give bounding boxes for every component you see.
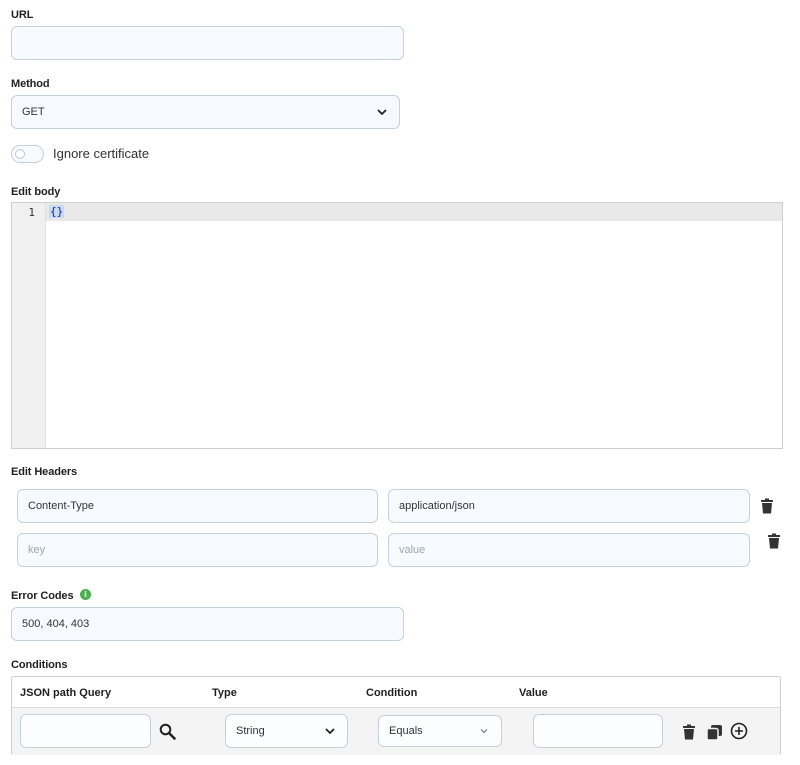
method-select[interactable]: GET (11, 95, 400, 129)
type-select[interactable]: String (225, 714, 348, 748)
trash-icon (683, 724, 695, 740)
header-key-input[interactable] (17, 533, 378, 567)
condition-row: String Equals (12, 708, 780, 755)
header-value-input[interactable] (388, 533, 750, 567)
trash-icon (768, 533, 780, 549)
delete-condition-button[interactable] (679, 722, 699, 742)
method-selected-value: GET (22, 106, 45, 118)
editor-gutter: 1 (12, 203, 46, 448)
column-header-condition: Condition (366, 687, 418, 699)
active-line-highlight (46, 203, 782, 221)
header-value-input[interactable] (388, 489, 750, 523)
condition-select[interactable]: Equals (378, 715, 502, 747)
toggle-knob (15, 149, 25, 159)
duplicate-condition-button[interactable] (704, 722, 724, 742)
column-header-json-path: JSON path Query (20, 687, 112, 699)
code-line[interactable]: {} (49, 205, 65, 218)
body-code-editor[interactable]: 1 {} (11, 202, 783, 449)
column-header-value: Value (519, 687, 548, 699)
column-header-type: Type (212, 687, 237, 699)
add-condition-button[interactable] (729, 721, 749, 741)
plus-circle-icon (730, 722, 748, 740)
url-label: URL (11, 9, 34, 21)
search-icon (159, 723, 176, 740)
delete-header-button[interactable] (764, 531, 784, 551)
ignore-certificate-toggle[interactable] (11, 145, 44, 163)
condition-selected-value: Equals (389, 725, 423, 737)
info-icon[interactable]: i (80, 589, 91, 600)
copy-icon (705, 724, 722, 741)
conditions-label: Conditions (11, 659, 68, 671)
chevron-down-icon (480, 729, 488, 734)
edit-headers-label: Edit Headers (11, 466, 78, 478)
chevron-down-icon (377, 109, 387, 116)
condition-value-input[interactable] (533, 714, 663, 748)
trash-icon (761, 498, 773, 514)
ignore-certificate-label: Ignore certificate (53, 146, 150, 161)
json-path-input[interactable] (20, 714, 151, 748)
conditions-table-header: JSON path Query Type Condition Value (12, 677, 780, 708)
conditions-table: JSON path Query Type Condition Value Str… (11, 676, 781, 755)
chevron-down-icon (325, 728, 335, 735)
line-number: 1 (28, 206, 35, 219)
method-label: Method (11, 78, 50, 90)
code-text: {} (49, 205, 65, 218)
delete-header-button[interactable] (757, 496, 777, 516)
error-codes-label: Error Codes (11, 590, 74, 602)
type-selected-value: String (236, 725, 265, 737)
error-codes-input[interactable] (11, 607, 404, 641)
edit-body-label: Edit body (11, 186, 61, 198)
url-input[interactable] (11, 26, 404, 60)
header-key-input[interactable] (17, 489, 378, 523)
search-button[interactable] (157, 721, 177, 741)
